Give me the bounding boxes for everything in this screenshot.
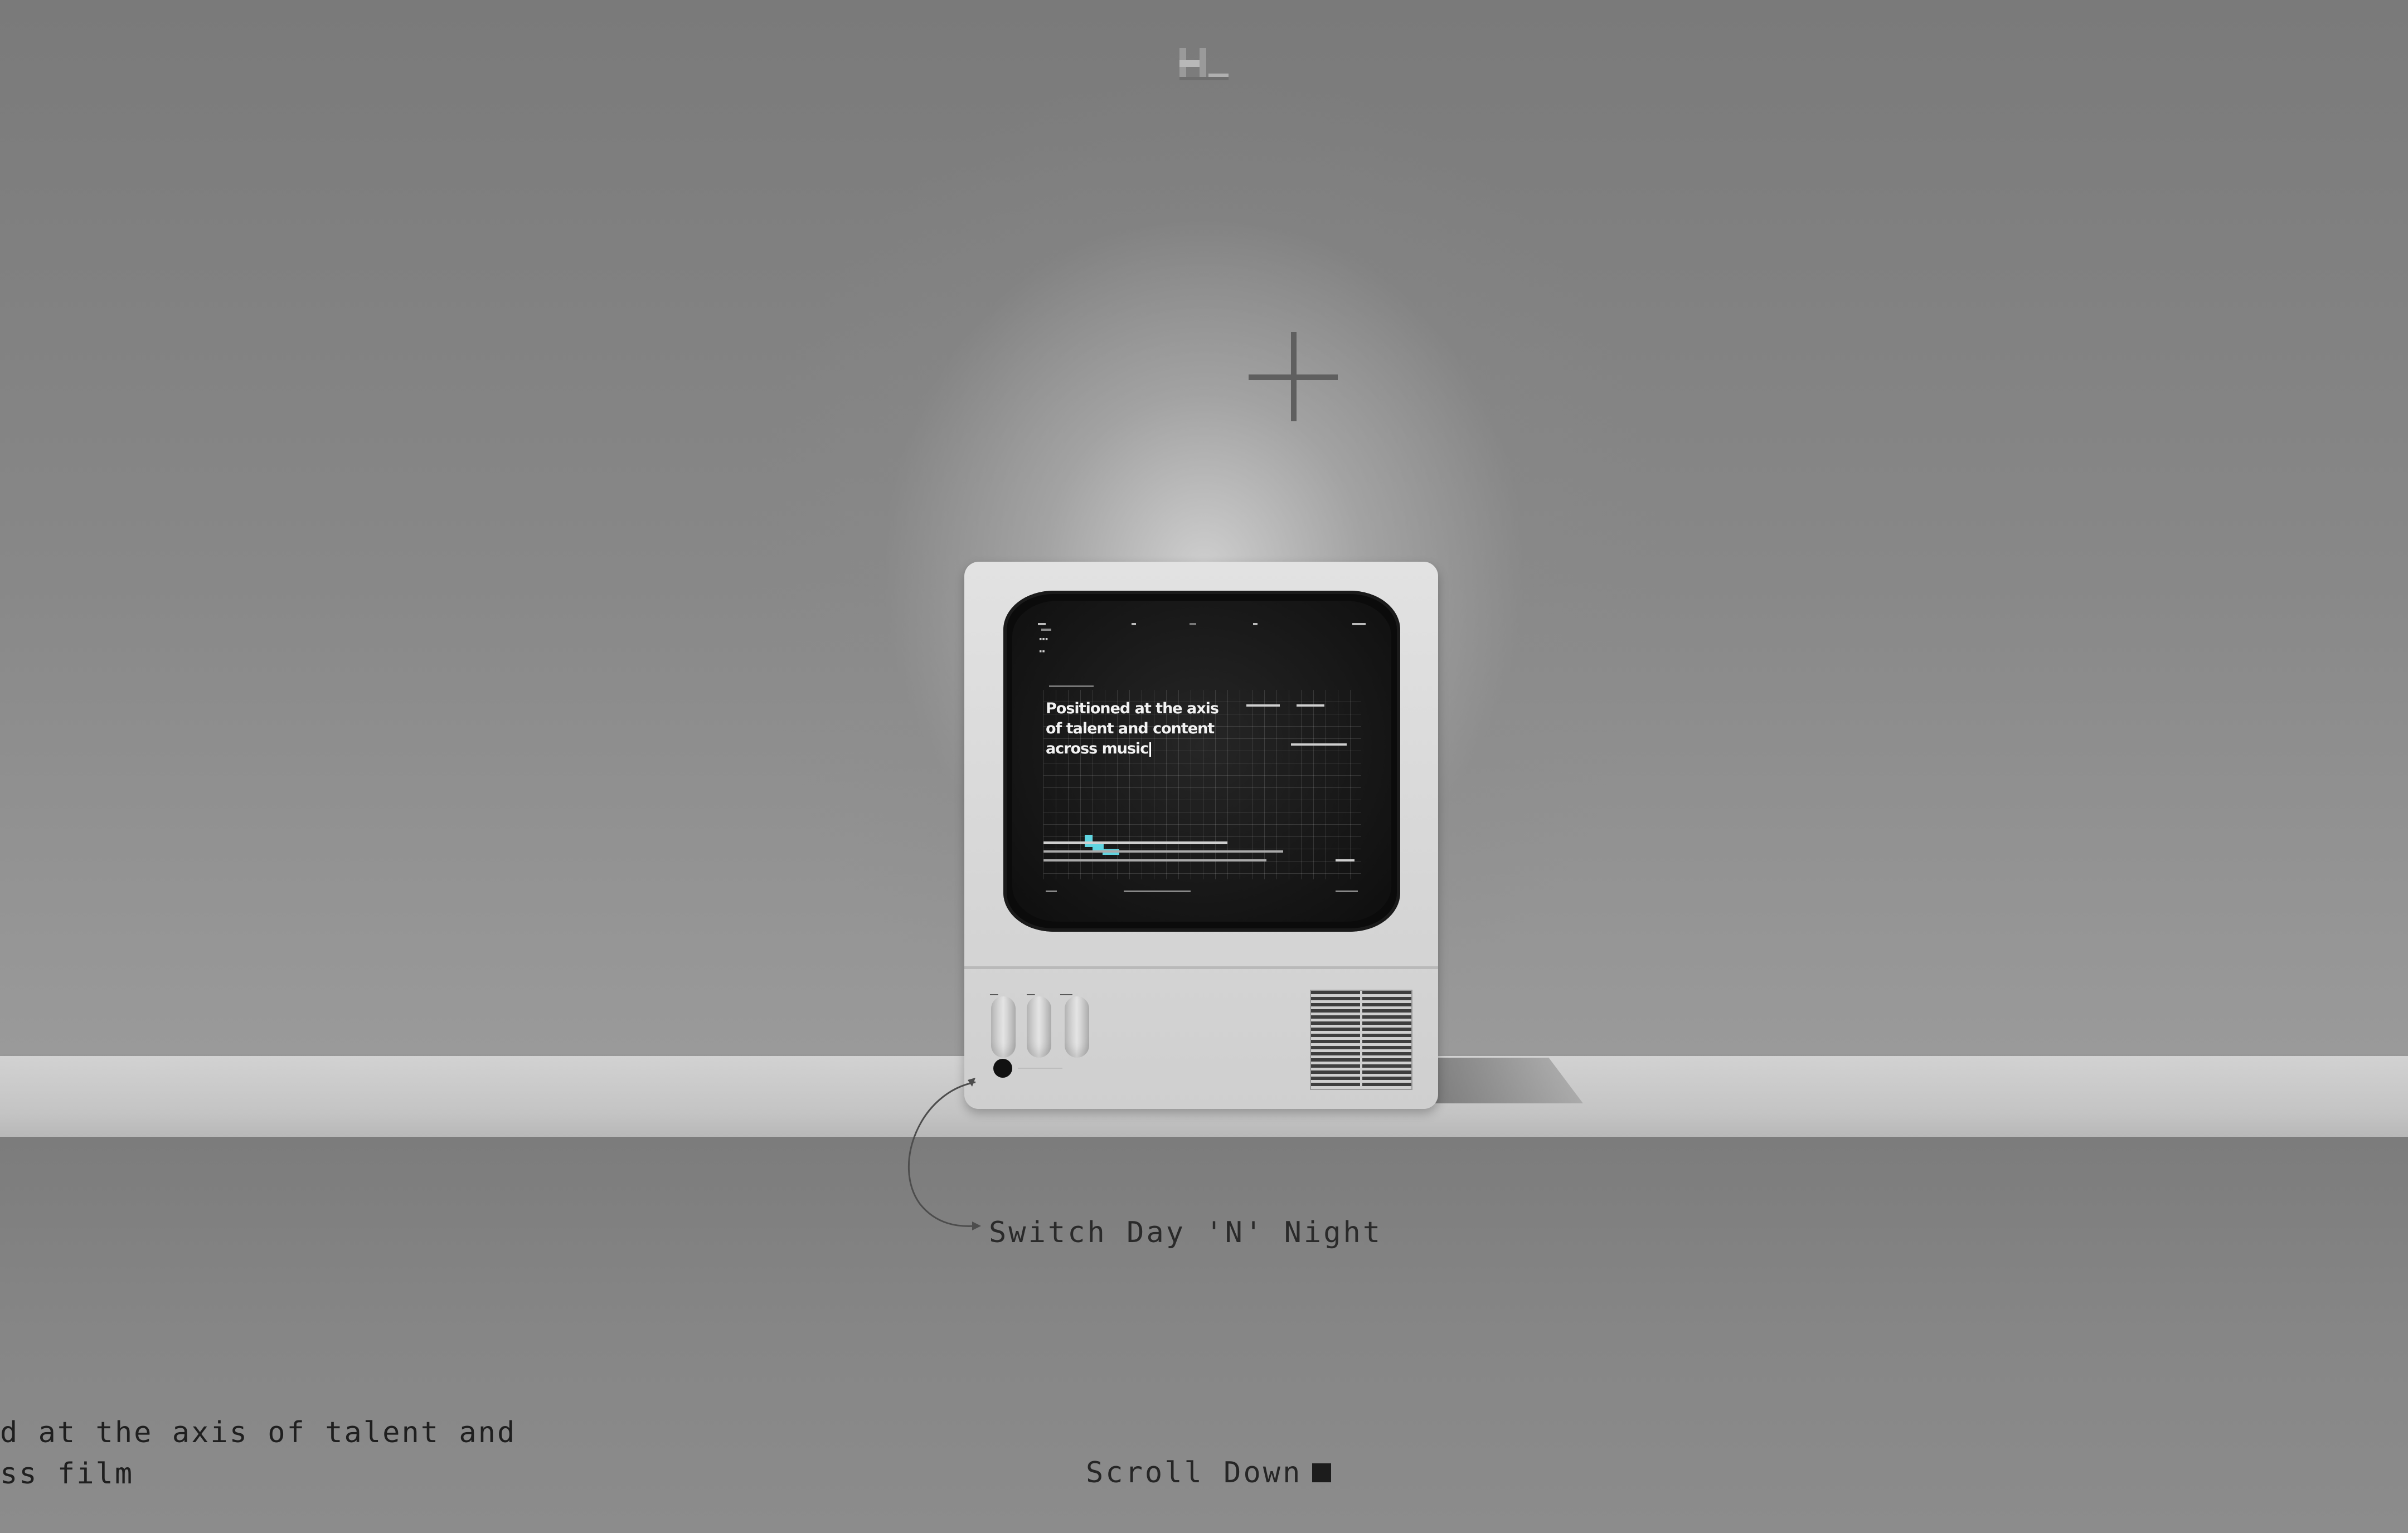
- scroll-down-label: Scroll Down: [1086, 1456, 1303, 1490]
- screen-footer-text: [1124, 890, 1191, 892]
- crosshair-cursor-icon: [1249, 332, 1338, 421]
- tv-screen[interactable]: ▪▪▪ ▪▪ Positioned at the axis of talent …: [1012, 601, 1391, 922]
- marquee-line: ss film: [0, 1457, 134, 1491]
- knob-label: ▁▁: [990, 987, 998, 995]
- marquee-text: d at the axis of talent and ss film: [0, 1412, 535, 1495]
- screen-menu-line: ▪▪: [1039, 649, 1045, 654]
- screen-nav-bar: [1038, 623, 1367, 634]
- tv-divider: [964, 966, 1438, 969]
- power-indicator-line: [1018, 1068, 1062, 1069]
- screen-headline-line: Positioned at the axis: [1046, 700, 1219, 717]
- screen-subtitle-bar: [1049, 685, 1094, 687]
- screen-body-text-line: [1043, 841, 1227, 844]
- screen-body-text-line: [1336, 859, 1355, 862]
- knob-label: ▁▁▁: [1060, 987, 1072, 995]
- screen-headline: Positioned at the axis of talent and con…: [1046, 699, 1235, 759]
- screen-headline-line: across music: [1046, 739, 1235, 759]
- curved-arrow-icon: [907, 1078, 981, 1230]
- screen-meta-bar: [1246, 704, 1280, 707]
- screen-footer-text: [1046, 890, 1057, 892]
- screen-body-text-line: [1043, 850, 1283, 853]
- screen-meta-bar: [1291, 743, 1347, 746]
- hl-logo-icon[interactable]: [1177, 46, 1231, 85]
- tv-knob[interactable]: [1027, 996, 1051, 1058]
- scroll-down-button[interactable]: Scroll Down: [1086, 1456, 1332, 1490]
- screen-headline-text: across music: [1046, 740, 1149, 757]
- screen-meta-bar: [1297, 704, 1324, 707]
- retro-tv[interactable]: ▪▪▪ ▪▪ Positioned at the axis of talent …: [964, 562, 1438, 1109]
- tv-knob[interactable]: [991, 996, 1016, 1058]
- speaker-grille: [1310, 990, 1412, 1090]
- switch-day-night-label: Switch Day 'N' Night: [989, 1216, 1383, 1249]
- screen-cyan-mark: [1085, 835, 1093, 847]
- day-night-switch-button[interactable]: [993, 1059, 1012, 1078]
- screen-headline-line: of talent and content: [1046, 720, 1215, 737]
- screen-body-text-line: [1043, 859, 1266, 862]
- screen-menu-line: ▪▪▪: [1039, 636, 1048, 642]
- square-icon: [1312, 1463, 1332, 1482]
- tv-knob[interactable]: [1065, 996, 1089, 1058]
- text-caret: [1149, 742, 1152, 757]
- screen-footer-text: [1336, 890, 1358, 892]
- knob-label: ▁▁: [1027, 987, 1035, 995]
- marquee-line: d at the axis of talent and: [0, 1416, 517, 1449]
